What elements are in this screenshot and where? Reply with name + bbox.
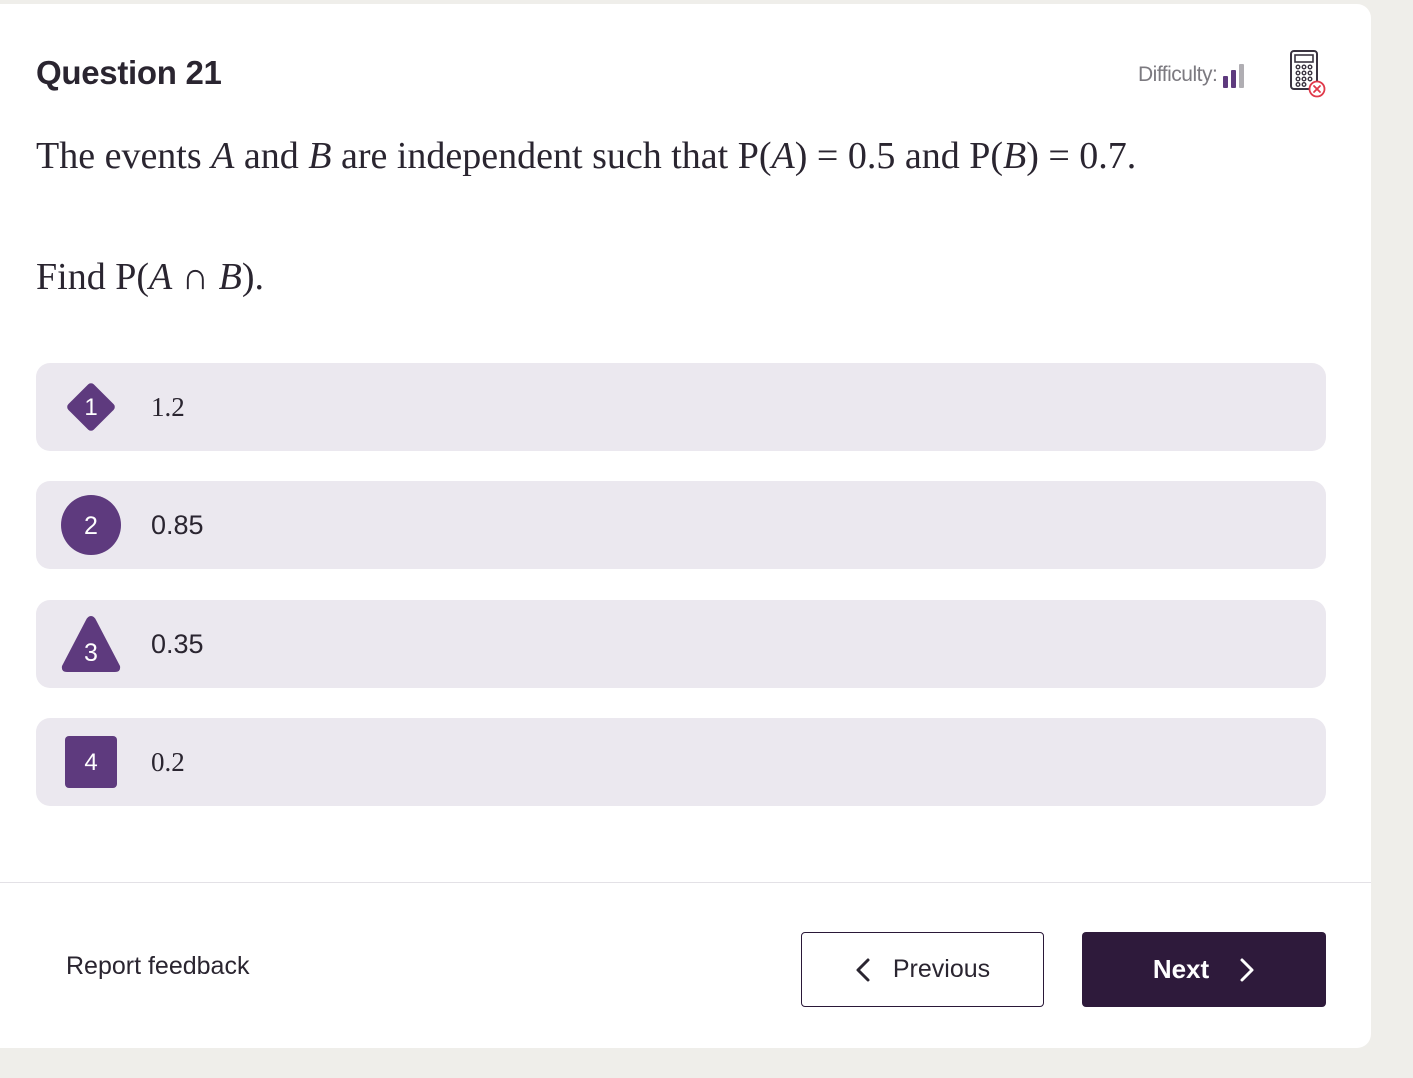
circle-marker-icon: 2 (61, 495, 121, 555)
answer-option-1[interactable]: 1 1.2 (36, 363, 1326, 451)
chevron-right-icon (1239, 957, 1255, 983)
square-marker-icon: 4 (65, 736, 117, 788)
math-text: P( (115, 256, 149, 298)
question-text-part: The events (36, 135, 212, 177)
math-text: ). (241, 256, 265, 298)
math-operator: ∩ (172, 256, 219, 298)
calculator-disabled-icon[interactable] (1289, 49, 1329, 99)
answer-option-2[interactable]: 2 0.85 (36, 481, 1326, 569)
option-value: 1.2 (151, 392, 185, 422)
footer-divider (0, 882, 1371, 883)
difficulty-bars-icon (1223, 64, 1245, 88)
math-variable: B (308, 135, 332, 177)
difficulty-bar-2 (1231, 70, 1237, 88)
math-variable: A (149, 256, 173, 298)
answer-option-4[interactable]: 4 0.2 (36, 718, 1326, 806)
difficulty-label: Difficulty: (1138, 63, 1218, 86)
math-variable: B (218, 256, 242, 298)
math-text: P( (737, 135, 772, 177)
answer-option-3[interactable]: 3 0.35 (36, 600, 1326, 688)
question-text-part: are independent such that (331, 135, 738, 177)
next-label: Next (1152, 954, 1210, 984)
option-number: 1 (84, 394, 97, 421)
triangle-marker-icon: 3 (61, 616, 121, 672)
math-variable: A (771, 135, 795, 177)
question-title: Question 21 (36, 54, 222, 91)
question-card: Question 21 Difficulty: The events A and… (0, 4, 1371, 1048)
math-text: P( (969, 135, 1003, 177)
chevron-left-icon (855, 957, 871, 983)
option-number: 2 (84, 512, 98, 540)
option-number: 3 (84, 639, 98, 667)
option-number: 4 (84, 749, 97, 776)
option-value: 0.85 (151, 510, 204, 540)
previous-button[interactable]: Previous (801, 932, 1044, 1007)
report-feedback-link[interactable]: Report feedback (66, 952, 249, 981)
option-value: 0.35 (151, 629, 204, 659)
question-text: The events A and B are independent such … (36, 134, 1136, 178)
math-text: ) = 0.7. (1026, 135, 1137, 177)
math-variable: B (1003, 135, 1027, 177)
question-text-part: and (895, 135, 970, 177)
previous-label: Previous (892, 955, 991, 983)
find-prompt: Find P(A ∩ B). (36, 255, 264, 299)
question-text-part: and (234, 135, 309, 177)
math-text: ) = 0.5 (794, 135, 896, 177)
next-button[interactable]: Next (1082, 932, 1326, 1007)
diamond-marker-icon: 1 (67, 383, 115, 431)
difficulty-bar-1 (1223, 76, 1229, 88)
math-variable: A (211, 135, 235, 177)
difficulty-bar-3 (1239, 64, 1245, 88)
find-text-part: Find (36, 256, 116, 298)
difficulty-indicator: Difficulty: (1138, 62, 1245, 88)
option-value: 0.2 (151, 747, 185, 777)
